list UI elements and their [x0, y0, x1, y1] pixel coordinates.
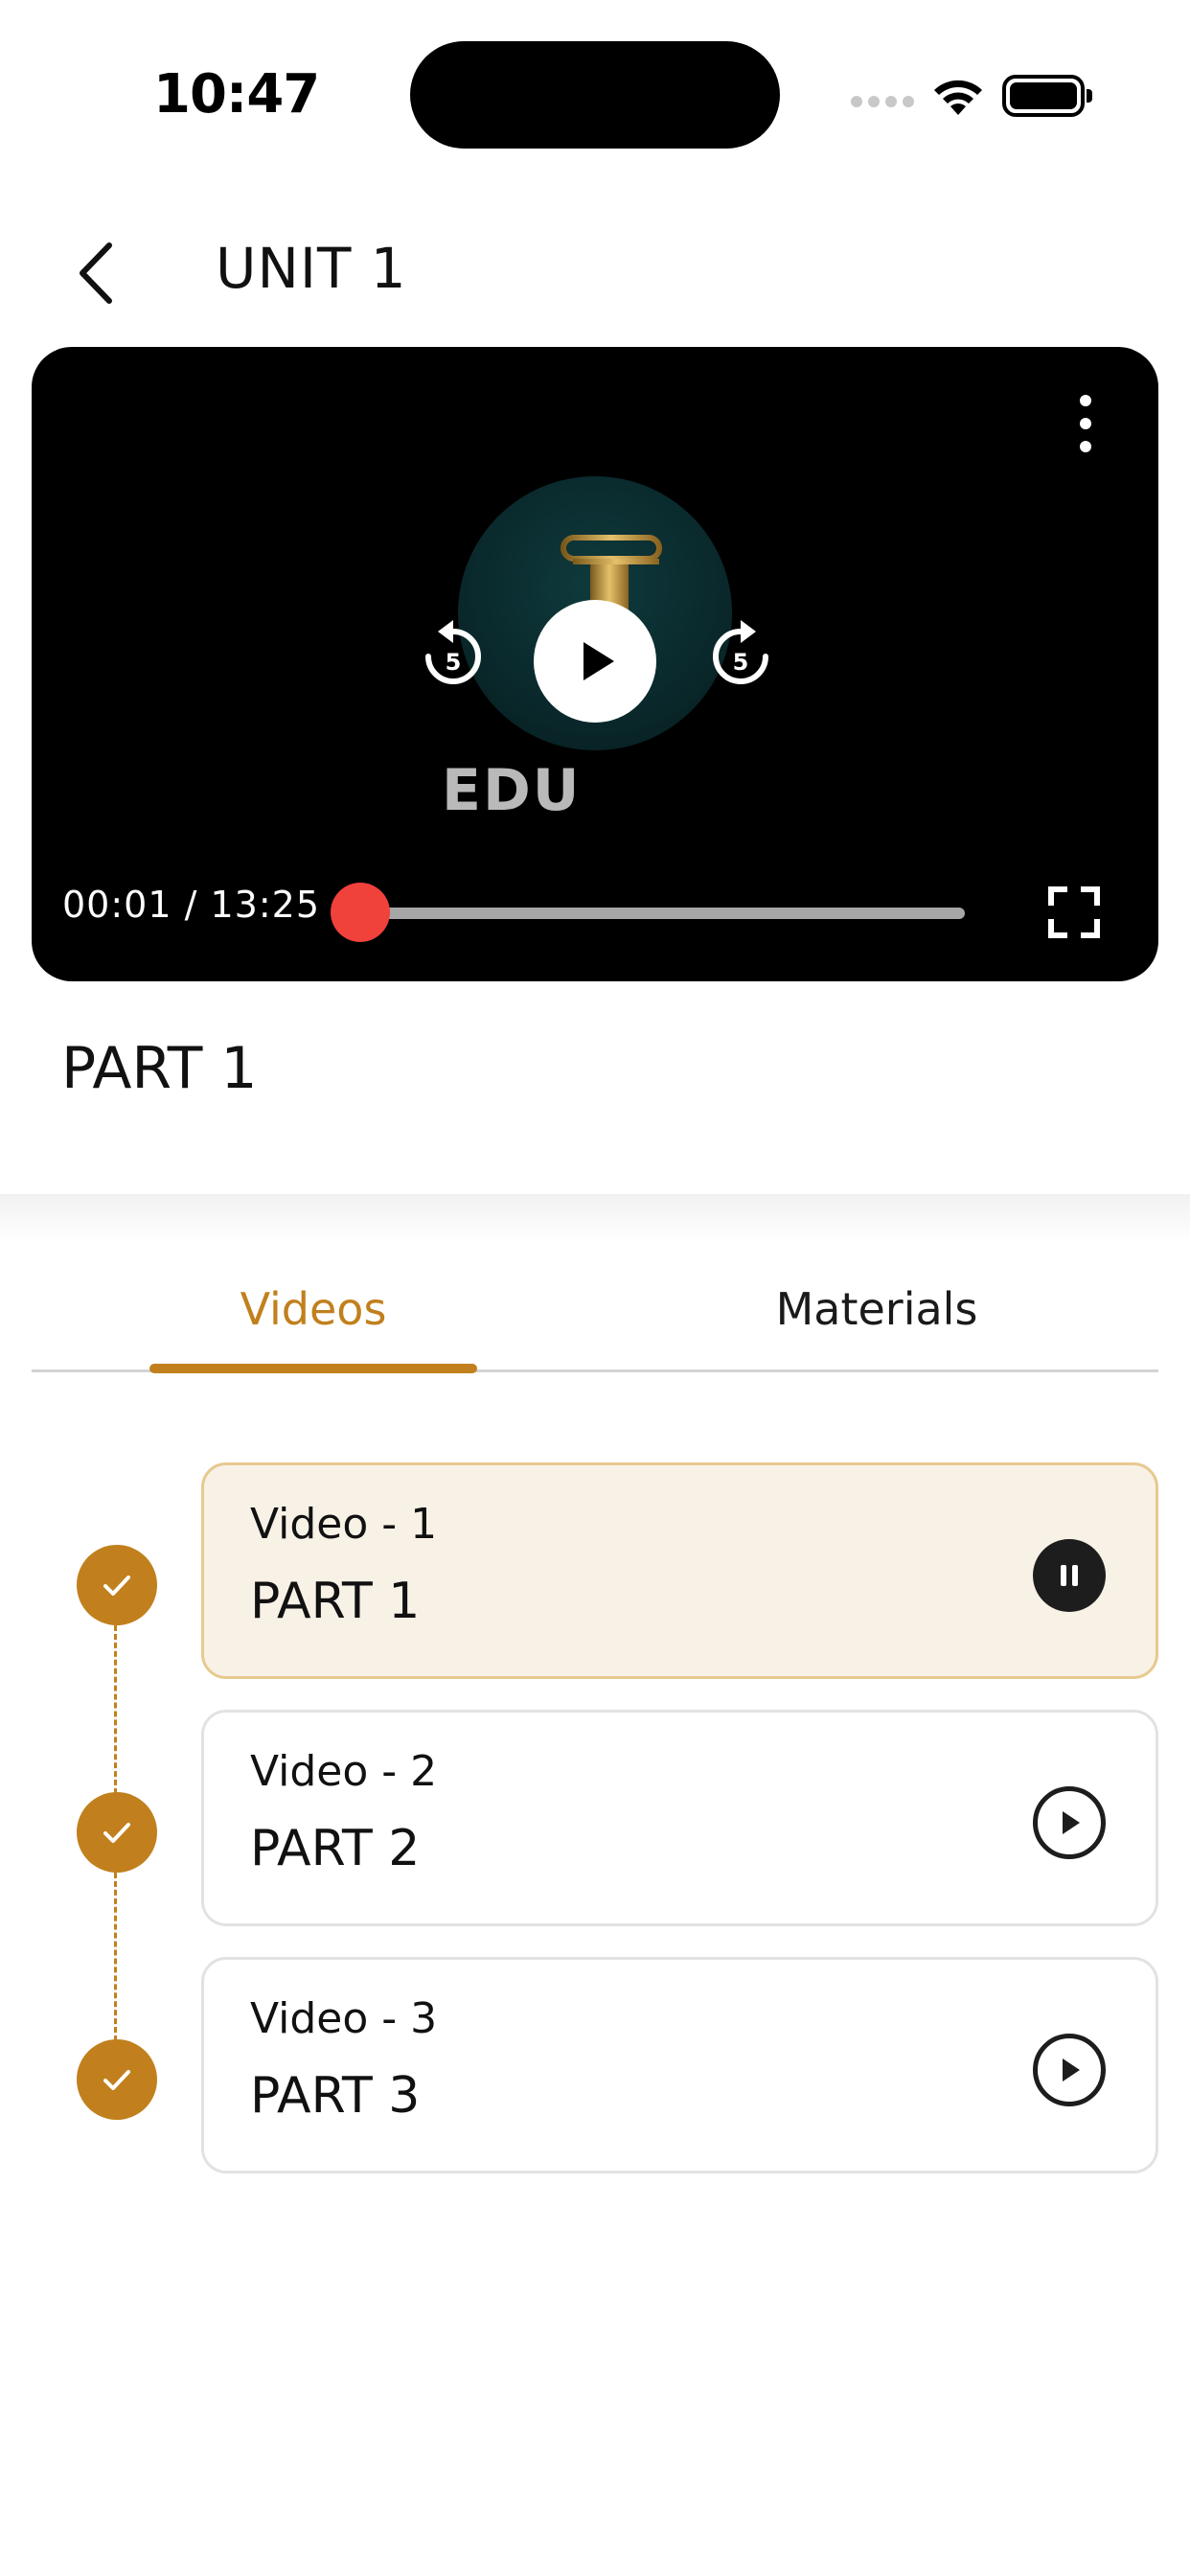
timeline-connector	[114, 1873, 117, 2041]
dynamic-island	[410, 41, 780, 149]
status-bar: 10:47	[0, 0, 1190, 192]
cellular-signal-icon	[851, 96, 914, 107]
play-button[interactable]	[534, 600, 656, 723]
tab-videos[interactable]: Videos	[32, 1246, 595, 1372]
forward-seconds: 5	[733, 649, 749, 676]
video-player[interactable]: EDU 5 5 00:01 / 13:25	[32, 347, 1158, 981]
play-video-button[interactable]	[1033, 1786, 1106, 1859]
page-title: UNIT 1	[216, 236, 407, 301]
timeline-connector	[114, 1625, 117, 1794]
fullscreen-icon[interactable]	[1047, 886, 1101, 939]
video-list-item[interactable]: Video - 1 PART 1	[201, 1462, 1158, 1679]
progress-bar[interactable]	[330, 883, 965, 942]
duration: 13:25	[210, 884, 320, 926]
active-tab-indicator	[149, 1364, 477, 1373]
tab-bar: Videos Materials	[32, 1246, 1158, 1373]
time-separator: /	[172, 884, 211, 926]
back-button[interactable]	[57, 230, 134, 316]
current-time: 00:01	[62, 884, 172, 926]
rewind-seconds: 5	[446, 649, 462, 676]
time-readout: 00:01 / 13:25	[62, 884, 320, 926]
video-title: PART 3	[250, 2067, 421, 2125]
completed-check-icon	[77, 1545, 157, 1625]
video-label: Video - 2	[250, 1747, 438, 1796]
part-title: PART 1	[61, 1035, 258, 1102]
play-icon	[1063, 2058, 1080, 2082]
wifi-icon	[934, 80, 982, 115]
completed-check-icon	[77, 1792, 157, 1873]
pause-button[interactable]	[1033, 1539, 1106, 1612]
tab-materials[interactable]: Materials	[595, 1246, 1158, 1372]
video-title: PART 1	[250, 1573, 421, 1630]
video-list-item[interactable]: Video - 3 PART 3	[201, 1957, 1158, 2174]
status-time: 10:47	[153, 63, 320, 126]
video-label: Video - 1	[250, 1500, 438, 1549]
rewind-5-button[interactable]: 5	[415, 618, 492, 695]
battery-icon	[1002, 75, 1092, 117]
progress-thumb[interactable]	[330, 883, 390, 942]
section-divider	[0, 1194, 1190, 1242]
more-options-icon[interactable]	[1066, 395, 1105, 452]
pause-icon	[1061, 1565, 1078, 1586]
play-video-button[interactable]	[1033, 2034, 1106, 2106]
play-icon	[584, 642, 614, 680]
chevron-left-icon	[80, 242, 112, 304]
video-label: Video - 3	[250, 1994, 438, 2043]
play-icon	[1063, 1811, 1080, 1834]
header: UNIT 1	[0, 201, 1190, 335]
completed-check-icon	[77, 2039, 157, 2120]
forward-5-button[interactable]: 5	[702, 618, 779, 695]
logo-text: EDU	[442, 757, 582, 824]
video-title: PART 2	[250, 1820, 421, 1877]
video-list-item[interactable]: Video - 2 PART 2	[201, 1710, 1158, 1926]
